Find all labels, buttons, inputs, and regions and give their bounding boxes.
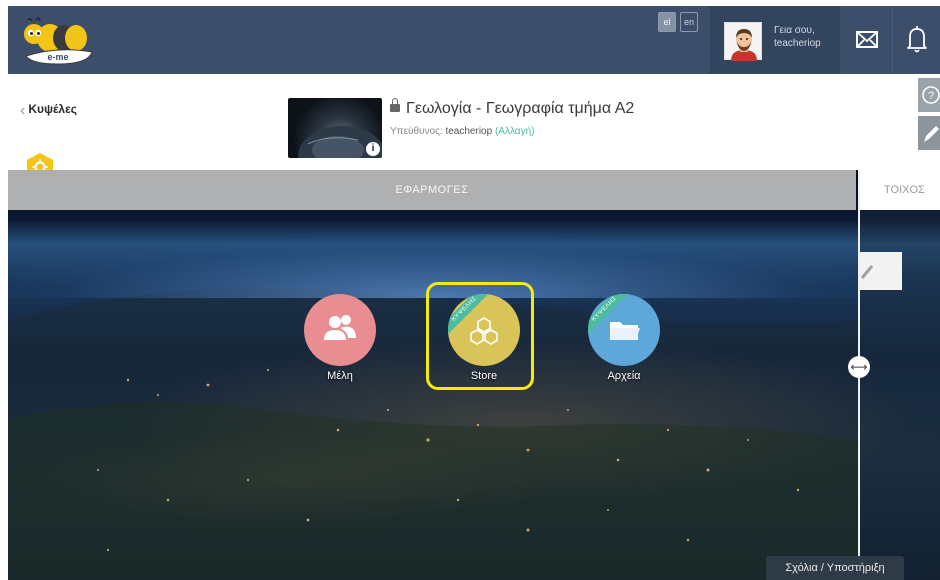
resize-handle-icon[interactable]: ⟷: [848, 356, 870, 378]
apps-tab-bar[interactable]: ΕΦΑΡΜΟΓΕΣ: [8, 170, 856, 210]
pencil-icon: [924, 126, 939, 142]
folder-icon: [610, 322, 640, 340]
group-title: Γεωλογία - Γεωγραφία τμήμα Α2: [390, 98, 635, 118]
lock-icon: [390, 98, 400, 112]
avatar[interactable]: [724, 22, 762, 61]
language-en-button[interactable]: en: [680, 12, 698, 32]
app-store-label: Store: [470, 370, 498, 382]
user-menu[interactable]: Γεια σου, teacheriop: [710, 6, 840, 74]
chevron-left-icon: ‹: [20, 102, 26, 119]
page: e-me el en Γεια σου, teacheriop ‹ Κυψέλε…: [0, 0, 940, 580]
back-label: Κυψέλες: [28, 102, 78, 116]
wall-tab-bar[interactable]: ΤΟΙΧΟΣ: [860, 170, 940, 210]
help-icon: ?: [922, 86, 940, 104]
app-members-circle[interactable]: [304, 294, 376, 366]
side-tools: ?: [918, 78, 940, 150]
owner-prefix: Υπεύθυνος:: [390, 126, 443, 137]
owner-name: teacheriop: [445, 126, 493, 137]
app-files-label: Αρχεία: [607, 370, 641, 382]
users-icon: [324, 315, 356, 340]
logo-text: e-me: [47, 52, 68, 62]
mail-icon: [856, 31, 878, 48]
pencil-icon: [860, 265, 874, 279]
app-members-label: Μέλη: [327, 370, 353, 382]
bell-icon: [907, 26, 927, 53]
app-files-circle[interactable]: ΚΥΨΕΛΗΣ: [588, 294, 660, 366]
notifications-button[interactable]: [892, 6, 940, 74]
wall-post-card[interactable]: [860, 252, 902, 290]
greeting: Γεια σου, teacheriop: [774, 24, 821, 50]
change-owner-link[interactable]: (Αλλαγή): [495, 126, 535, 137]
group-title-text: Γεωλογία - Γεωγραφία τμήμα Α2: [406, 100, 635, 117]
app-files[interactable]: ΚΥΨΕΛΗΣ Αρχεία: [588, 294, 660, 382]
wall-panel: ΤΟΙΧΟΣ: [858, 170, 940, 580]
top-bar: e-me el en Γεια σου, teacheriop: [8, 6, 940, 74]
greeting-text: Γεια σου,: [774, 25, 815, 36]
group-main-area: ΕΦΑΡΜΟΓΕΣ Μέλη ΚΥΨΕΛΗΣ Store ΚΥΨΕΛΗΣ Αρχ…: [8, 170, 940, 580]
feedback-support-button[interactable]: Σχόλια / Υποστήριξη: [766, 556, 904, 580]
honeycomb-icon: [470, 317, 498, 345]
group-owner-line: Υπεύθυνος: teacheriop (Αλλαγή): [390, 126, 534, 137]
group-header: ‹ Κυψέλες i Γεωλογία - Γεωγραφία τμήμα Α2: [0, 74, 940, 181]
app-members[interactable]: Μέλη: [304, 294, 376, 382]
edit-button[interactable]: [918, 116, 940, 150]
messages-button[interactable]: [844, 6, 890, 74]
e-me-logo[interactable]: e-me: [18, 16, 98, 66]
username: teacheriop: [774, 38, 821, 49]
help-button[interactable]: ?: [918, 78, 940, 112]
language-el-button[interactable]: el: [658, 12, 676, 32]
app-store-circle[interactable]: ΚΥΨΕΛΗΣ: [448, 294, 520, 366]
info-icon[interactable]: i: [366, 142, 380, 156]
svg-text:?: ?: [928, 90, 934, 102]
back-to-groups-link[interactable]: ‹ Κυψέλες: [20, 102, 77, 120]
group-cover-image[interactable]: i: [288, 98, 382, 158]
app-store[interactable]: ΚΥΨΕΛΗΣ Store: [448, 294, 520, 382]
